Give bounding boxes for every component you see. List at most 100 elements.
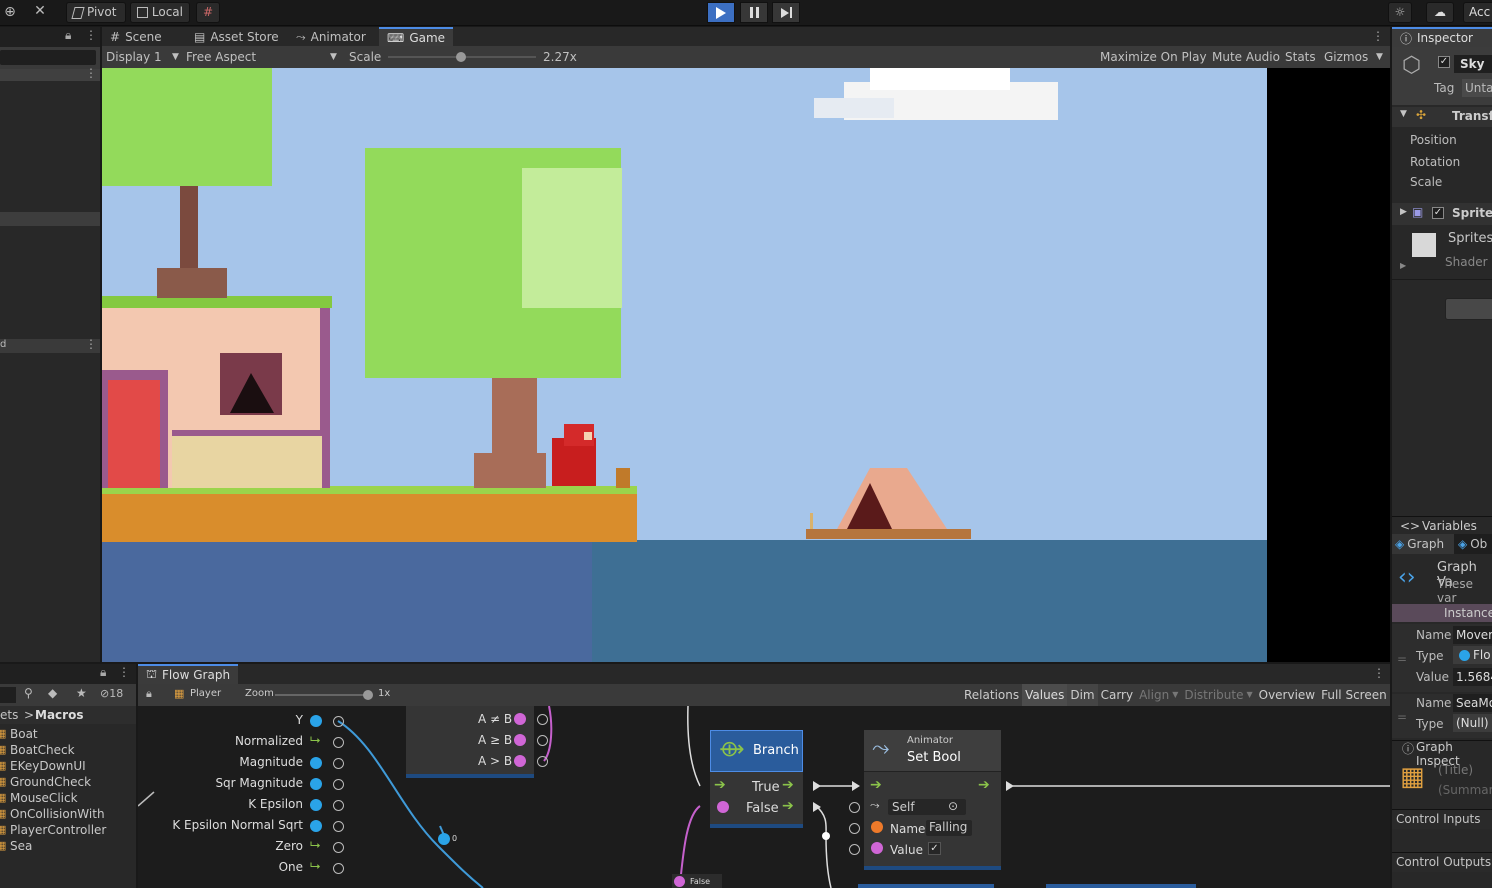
project-asset-item[interactable]: ▦ BoatCheck [0, 742, 136, 758]
vector-port-row[interactable]: Magnitude [154, 754, 354, 772]
variable-name-field[interactable]: Mover [1453, 626, 1492, 644]
project-asset-item[interactable]: ▦ PlayerController [0, 822, 136, 838]
account-button[interactable]: Acc [1463, 2, 1492, 23]
value-port[interactable] [871, 842, 883, 854]
tag-dropdown[interactable]: Untag [1462, 79, 1492, 97]
vector-port-row[interactable]: Zero ⮡ [154, 838, 354, 856]
chevron-down-icon[interactable]: ▼ [1376, 46, 1383, 68]
vector-port-row[interactable]: K Epsilon [154, 796, 354, 814]
variable-type-dropdown[interactable]: (Null) [1453, 714, 1492, 732]
output-port[interactable] [333, 863, 344, 874]
vector-port-row[interactable]: Sqr Magnitude [154, 775, 354, 793]
graph-toolbar-overview-button[interactable]: Overview [1256, 684, 1319, 706]
set-bool-node[interactable]: ⤳ Animator Set Bool ➔ ➔ ⤳ Self ⊙ Name Fa… [864, 730, 1001, 870]
label-icon[interactable]: ◆ [48, 686, 57, 700]
kebab-icon[interactable]: ⋮ [1372, 29, 1384, 43]
project-asset-item[interactable]: ▦ EKeyDownUI [0, 758, 136, 774]
grid-snap-button[interactable]: # [196, 2, 220, 23]
project-asset-item[interactable]: ▦ GroundCheck [0, 774, 136, 790]
add-component-button[interactable] [1445, 298, 1492, 320]
cloud-icon[interactable]: ☁ [1426, 2, 1454, 23]
bool-port[interactable] [674, 876, 685, 887]
flow-output-port-icon[interactable]: ➔ [978, 777, 990, 793]
variables-tab[interactable]: <> Variables [1392, 516, 1492, 534]
tab-object[interactable]: ◈ Ob [1458, 534, 1492, 554]
second-scene-header[interactable]: d ⋮ [0, 337, 100, 353]
tab-flow-graph[interactable]: ⛫ Flow Graph [138, 664, 239, 684]
breadcrumb-current[interactable]: Macros [35, 708, 83, 722]
name-input-port[interactable] [849, 823, 860, 834]
value-checkbox[interactable]: ✓ [928, 842, 941, 855]
compare-port-row[interactable]: A ≥ B [406, 731, 556, 749]
name-port[interactable] [871, 821, 883, 833]
float-port[interactable] [438, 833, 450, 845]
zoom-slider[interactable] [275, 690, 373, 700]
scene-header[interactable]: ⋮ [0, 66, 100, 81]
gizmos-dropdown[interactable]: Gizmos [1324, 46, 1368, 68]
output-port[interactable] [333, 821, 344, 832]
project-search-input[interactable] [0, 687, 16, 703]
local-button[interactable]: Local [130, 2, 190, 23]
scale-slider-thumb[interactable] [455, 52, 466, 62]
project-asset-item[interactable]: ▦ Boat [0, 726, 136, 742]
drag-handle-icon[interactable]: = [1397, 652, 1407, 666]
graph-toolbar-relations-button[interactable]: Relations [961, 684, 1022, 706]
vector-port-row[interactable]: K Epsilon Normal Sqrt [154, 817, 354, 835]
tab-graph[interactable]: ◈ Graph [1392, 534, 1454, 554]
output-port[interactable] [333, 800, 344, 811]
compare-port-row[interactable]: A > B [406, 752, 556, 770]
project-asset-item[interactable]: ▦ MouseClick [0, 790, 136, 806]
maximize-on-play-toggle[interactable]: Maximize On Play [1100, 46, 1207, 68]
scene-menu-icon[interactable]: ⋮ [85, 66, 97, 80]
tab-game[interactable]: ⌨ Game [379, 27, 454, 47]
active-checkbox[interactable]: ✓ [1438, 56, 1450, 68]
graph-toolbar-dim-button[interactable]: Dim [1067, 684, 1098, 706]
scene-menu-icon[interactable]: ⋮ [85, 337, 97, 351]
output-port[interactable] [333, 758, 344, 769]
vector-port-row[interactable]: One ⮡ [154, 859, 354, 877]
flow-output-port-icon[interactable]: ➔ [782, 798, 794, 814]
scale-slider[interactable] [388, 52, 536, 62]
breadcrumb-parent[interactable]: ets [0, 708, 18, 722]
pause-button[interactable] [740, 2, 768, 23]
hidden-count[interactable]: ⊘18 [100, 687, 123, 700]
variable-value-field[interactable]: 1.5684 [1453, 668, 1492, 686]
set-bool-header[interactable]: ⤳ Animator Set Bool [864, 730, 1001, 772]
game-viewport[interactable] [102, 68, 1267, 662]
self-input-port[interactable] [849, 802, 860, 813]
flow-output-port-icon[interactable]: ➔ [782, 777, 794, 793]
self-field[interactable]: Self ⊙ [888, 799, 966, 815]
variable-row-2[interactable]: = Name SeaMo Type (Null) [1392, 694, 1492, 738]
foldout-icon[interactable]: ▶ [1400, 207, 1407, 217]
variable-name-field[interactable]: SeaMo [1453, 694, 1492, 712]
compare-node[interactable]: A ≠ B A ≥ B A > B [406, 706, 548, 778]
transform-header[interactable]: ▼ ✣ Transf [1392, 107, 1492, 127]
tab-scene[interactable]: # Scene [102, 27, 170, 47]
output-port[interactable] [333, 737, 344, 748]
flow-input-port-icon[interactable]: ➔ [714, 777, 726, 793]
graph-toolbar-full-screen-button[interactable]: Full Screen [1318, 684, 1390, 706]
stats-toggle[interactable]: Stats [1285, 46, 1316, 68]
branch-node[interactable]: ⟴ Branch ➔ True ➔ False ➔ [710, 730, 803, 828]
vector-node[interactable]: Y Normalized ⮡ Magnitude Sqr Magnitude K Epsi… [154, 706, 344, 888]
step-button[interactable] [772, 2, 800, 23]
kebab-icon[interactable]: ⋮ [118, 665, 130, 679]
compare-port-row[interactable]: A ≠ B [406, 710, 556, 728]
bool-literal[interactable]: False [672, 874, 722, 888]
value-input-port[interactable] [849, 844, 860, 855]
lock-icon[interactable]: 🔒︎ [100, 665, 106, 680]
output-port[interactable] [333, 842, 344, 853]
display-dropdown[interactable]: Display 1 ▼ [106, 46, 182, 68]
tab-asset-store[interactable]: ▤ Asset Store [186, 27, 287, 47]
sprite-renderer-header[interactable]: ▶ ▣ ✓ Sprite [1392, 203, 1492, 225]
foldout-icon[interactable]: ▶ [1400, 261, 1406, 270]
collab-icon[interactable]: ☼ [1388, 2, 1412, 23]
vector-port-row[interactable]: Y [154, 712, 354, 730]
output-port[interactable] [537, 714, 548, 725]
name-field[interactable]: Falling [926, 820, 972, 836]
tab-animator[interactable]: ⤳ Animator [288, 27, 374, 47]
enabled-checkbox[interactable]: ✓ [1432, 207, 1444, 219]
graph-summary-field[interactable]: (Summary [1438, 783, 1492, 797]
variable-row-1[interactable]: = Name Mover Type Flo Value 1.5684 [1392, 624, 1492, 692]
float-literal[interactable]: 0 [438, 833, 458, 847]
